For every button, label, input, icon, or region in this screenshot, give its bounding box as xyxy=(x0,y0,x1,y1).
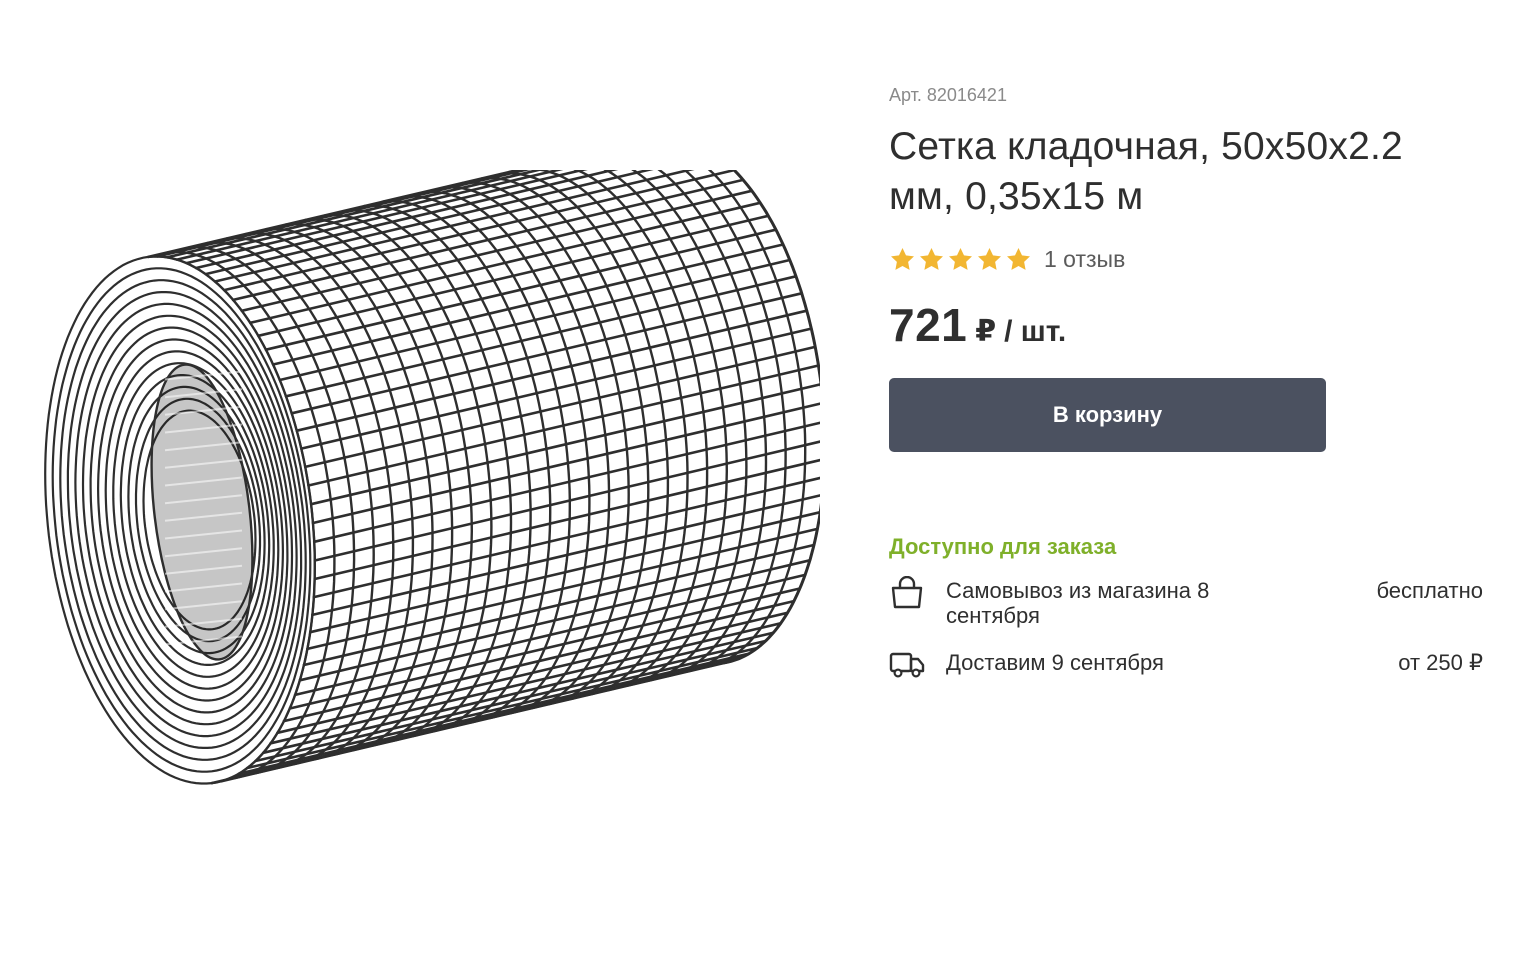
product-price: 721 ₽ / шт. xyxy=(889,298,1489,351)
courier-option: Доставим 9 сентября от 250 ₽ xyxy=(889,650,1483,682)
pickup-text: Самовывоз из магазина 8 сентября xyxy=(946,578,1210,628)
product-image[interactable] xyxy=(30,170,820,820)
courier-text: Доставим 9 сентября xyxy=(946,650,1164,675)
star-icon xyxy=(947,246,974,273)
star-icon xyxy=(918,246,945,273)
product-title: Сетка кладочная, 50х50х2.2 мм, 0,35х15 м xyxy=(889,125,1403,218)
star-icon xyxy=(976,246,1003,273)
star-icon xyxy=(889,246,916,273)
courier-price: от 250 ₽ xyxy=(1398,650,1483,675)
star-icon xyxy=(1005,246,1032,273)
price-unit: / шт. xyxy=(1004,315,1067,348)
pickup-price: бесплатно xyxy=(1376,578,1483,603)
shopping-bag-icon xyxy=(889,575,925,610)
price-value: 721 xyxy=(889,299,968,351)
price-currency: ₽ xyxy=(975,315,997,348)
product-rating[interactable]: 1 отзыв xyxy=(889,244,1489,274)
reviews-link[interactable]: 1 отзыв xyxy=(1044,246,1125,273)
wire-mesh-roll-image xyxy=(44,170,820,785)
product-sku: Арт. 82016421 xyxy=(889,85,1007,105)
product-info: Арт. 82016421 Сетка кладочная, 50х50х2.2… xyxy=(889,82,1489,682)
delivery-truck-icon xyxy=(889,648,925,682)
delivery-options: Самовывоз из магазина 8 сентября бесплат… xyxy=(889,575,1483,682)
availability-status: Доступно для заказа xyxy=(889,534,1117,559)
add-to-cart-button[interactable]: В корзину xyxy=(889,378,1326,452)
rating-stars xyxy=(889,246,1032,273)
pickup-option: Самовывоз из магазина 8 сентября бесплат… xyxy=(889,575,1483,628)
